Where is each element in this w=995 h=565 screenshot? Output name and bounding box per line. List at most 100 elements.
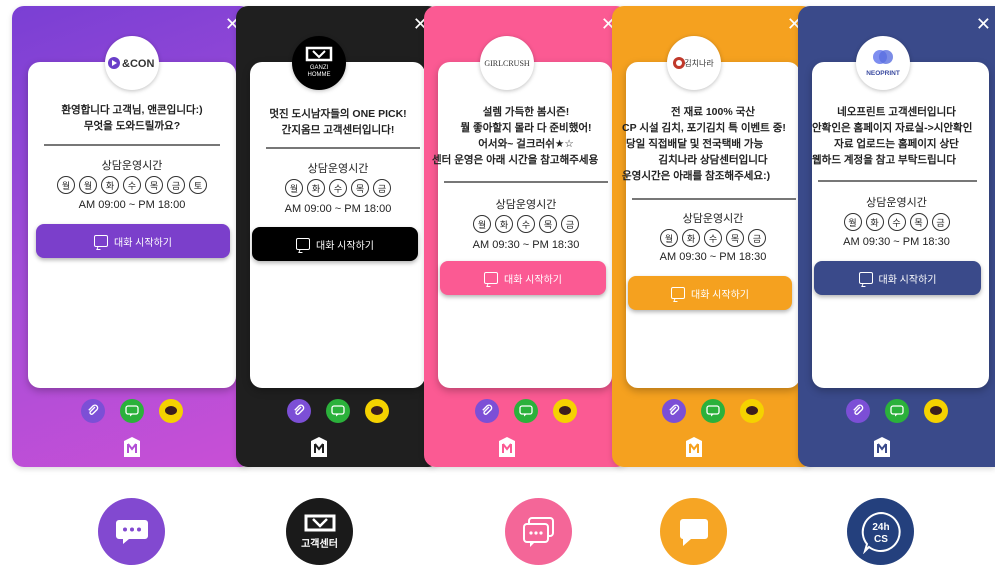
hours-time: AM 09:00 ~ PM 18:00 xyxy=(284,203,392,215)
hours-title: 상담운영시간 xyxy=(682,213,744,225)
hours-time: AM 09:30 ~ PM 18:30 xyxy=(472,239,580,251)
start-chat-button[interactable]: 대화 시작하기 xyxy=(252,227,418,261)
hours-title: 상담운영시간 xyxy=(307,163,369,175)
orange-chat-launcher[interactable] xyxy=(660,498,727,565)
paperclip-icon[interactable] xyxy=(287,399,311,423)
brand-logo: &CON xyxy=(105,36,159,90)
channel-icons xyxy=(798,399,995,423)
start-chat-label: 대화 시작하기 xyxy=(504,274,562,286)
hours-time: AM 09:00 ~ PM 18:00 xyxy=(78,199,186,211)
greeting-line: 자료 업로드는 홈페이지 상단 xyxy=(834,138,959,150)
day-badge: 수 xyxy=(704,229,722,247)
greeting-line: 안확인은 홈페이지 자료실->시안확인 xyxy=(812,122,973,134)
business-days: 월 화 수 목 금 xyxy=(236,179,440,197)
line-chat-icon[interactable] xyxy=(514,399,538,423)
brand-name: &CON xyxy=(122,58,154,70)
day-badge: 금 xyxy=(373,179,391,197)
greeting-line: 간지옴므 고객센터입니다! xyxy=(281,124,395,136)
line-chat-icon[interactable] xyxy=(326,399,350,423)
start-chat-label: 대화 시작하기 xyxy=(316,240,374,252)
launcher-label: 24h xyxy=(872,522,889,533)
hours-time: AM 09:30 ~ PM 18:30 xyxy=(843,236,950,248)
channel-icons xyxy=(236,399,440,423)
line-chat-icon[interactable] xyxy=(120,399,144,423)
day-badge: 화 xyxy=(682,229,700,247)
greeting-line: 당일 직접배달 및 전국택배 가능 xyxy=(626,138,764,150)
kakao-chat-icon[interactable] xyxy=(553,399,577,423)
kakao-chat-icon[interactable] xyxy=(923,399,948,423)
business-days: 월 화 수 목 금 xyxy=(424,215,628,233)
widget-neoprint: ✕ NEOPRINT 네오프린트 고객센터입니다 안확인은 홈페이지 자료실->… xyxy=(798,6,995,467)
divider xyxy=(44,144,220,146)
line-chat-icon[interactable] xyxy=(701,399,725,423)
widget-girlcrush: ✕ GIRLCRUSH 설렘 가득한 봄시즌! 뭘 좋아할지 몰라 다 준비했어… xyxy=(424,6,628,467)
start-chat-button[interactable]: 대화 시작하기 xyxy=(440,261,606,295)
chat-bubble-icon xyxy=(115,519,148,544)
start-chat-button[interactable]: 대화 시작하기 xyxy=(814,261,981,295)
channel-brand-icon xyxy=(308,436,330,458)
greeting-text: 환영합니다 고객님, 앤콘입니다:) 무엇을 도와드릴까요? xyxy=(12,102,252,134)
line-chat-icon[interactable] xyxy=(884,399,909,423)
paperclip-icon[interactable] xyxy=(662,399,686,423)
day-badge: 금 xyxy=(748,229,766,247)
start-chat-label: 대화 시작하기 xyxy=(691,289,749,301)
hours-time: AM 09:30 ~ PM 18:30 xyxy=(659,251,767,263)
kakao-chat-icon[interactable] xyxy=(159,399,183,423)
greeting-text: 설렘 가득한 봄시즌! 뭘 좋아할지 몰라 다 준비했어! 어서와~ 걸크러쉬★… xyxy=(424,104,628,168)
svg-text:HOMME: HOMME xyxy=(308,72,331,78)
channel-brand-icon xyxy=(496,436,518,458)
chat-bubble-outline-icon xyxy=(522,516,554,547)
channel-brand-icon xyxy=(871,436,893,458)
svg-text:GANZI: GANZI xyxy=(310,65,329,71)
widget-andcon: ✕ &CON 환영합니다 고객님, 앤콘입니다:) 무엇을 도와드릴까요? 상담… xyxy=(12,6,252,467)
greeting-line: 멋진 도시남자들의 ONE PICK! xyxy=(269,108,407,120)
start-chat-button[interactable]: 대화 시작하기 xyxy=(628,276,792,310)
greeting-line: 웹하드 계정을 참고 부탁드립니다 xyxy=(812,154,956,166)
day-badge: 화 xyxy=(495,215,513,233)
day-badge: 목 xyxy=(351,179,369,197)
brand-logo: GIRLCRUSH xyxy=(480,36,534,90)
launcher-label: 고객센터 xyxy=(301,538,338,550)
greeting-line: 센터 운영은 아래 시간을 참고해주세용 xyxy=(432,154,599,166)
greeting-line: 환영합니다 고객님, 앤콘입니다:) xyxy=(61,104,203,116)
close-icon[interactable]: ✕ xyxy=(976,16,991,34)
day-badge: 목 xyxy=(539,215,557,233)
greeting-text: 멋진 도시남자들의 ONE PICK! 간지옴므 고객센터입니다! xyxy=(236,106,440,138)
brand-name: GIRLCRUSH xyxy=(484,59,530,68)
dots-chat-launcher[interactable] xyxy=(98,498,165,565)
kakao-chat-icon[interactable] xyxy=(365,399,389,423)
paperclip-icon[interactable] xyxy=(845,399,870,423)
day-badge: 토 xyxy=(189,176,207,194)
launcher-label: CS xyxy=(874,534,888,545)
greeting-line: 어서와~ 걸크러쉬★☆ xyxy=(478,138,574,150)
divider xyxy=(632,198,796,200)
channel-icons xyxy=(12,399,252,423)
day-badge: 화 xyxy=(865,213,884,231)
channel-brand-icon xyxy=(683,436,705,458)
day-badge: 월 xyxy=(473,215,491,233)
day-badge: 화 xyxy=(101,176,119,194)
ganzi-launcher[interactable]: 고객센터 xyxy=(286,498,353,565)
divider xyxy=(818,180,977,182)
paperclip-icon[interactable] xyxy=(81,399,105,423)
pink-chat-launcher[interactable] xyxy=(505,498,572,565)
speech-bubble-icon xyxy=(679,518,708,546)
day-badge: 화 xyxy=(307,179,325,197)
channel-brand-icon xyxy=(121,436,143,458)
widget-kimchi-nara: ✕ 김치나라 전 재료 100% 국산 CP 시설 김치, 포기김치 특 이벤트… xyxy=(612,6,814,467)
widget-ganzi-homme: ✕ GANZI HOMME 멋진 도시남자들의 ONE PICK! 간지옴므 고… xyxy=(236,6,440,467)
day-badge: 월 xyxy=(57,176,75,194)
paperclip-icon[interactable] xyxy=(475,399,499,423)
hours-title: 상담운영시간 xyxy=(495,199,557,211)
24h-cs-launcher[interactable]: 24h CS xyxy=(847,498,914,565)
day-badge: 수 xyxy=(329,179,347,197)
start-chat-button[interactable]: 대화 시작하기 xyxy=(36,224,230,258)
day-badge: 월 xyxy=(843,213,862,231)
brand-logo: 김치나라 xyxy=(667,36,721,90)
greeting-line: 전 재료 100% 국산 xyxy=(671,106,755,118)
day-badge: 금 xyxy=(931,213,950,231)
day-badge: 목 xyxy=(145,176,163,194)
brand-logo: NEOPRINT xyxy=(856,36,910,90)
business-days: 월 화 수 목 금 xyxy=(798,213,995,231)
kakao-chat-icon[interactable] xyxy=(740,399,764,423)
